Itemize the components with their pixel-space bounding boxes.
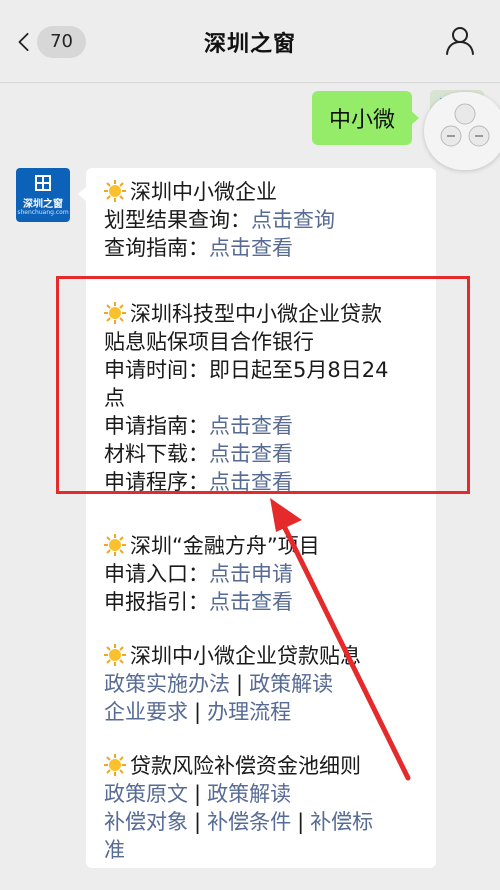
- section-risk-compensation: 贷款风险补偿资金池细则 政策原文 | 政策解读 补偿对象 | 补偿条件 | 补偿标 准: [104, 752, 434, 864]
- sun-emoji-icon: [104, 180, 126, 202]
- section-title: 深圳中小微企业: [104, 178, 434, 206]
- sun-emoji-icon: [104, 644, 126, 666]
- process-flow-link[interactable]: 办理流程: [207, 700, 291, 724]
- chat-header: 70 深圳之窗: [0, 0, 500, 83]
- declaration-guide-link[interactable]: 点击查看: [209, 590, 293, 614]
- policy-text-link[interactable]: 政策原文: [104, 782, 188, 806]
- apply-entry-link[interactable]: 点击申请: [209, 562, 293, 586]
- guide-link[interactable]: 点击查看: [209, 236, 293, 260]
- policy-measures-link[interactable]: 政策实施办法: [104, 672, 230, 696]
- floating-link-widget[interactable]: [424, 92, 500, 170]
- sun-emoji-icon: [104, 534, 126, 556]
- compensation-standard-link-cont[interactable]: 准: [104, 838, 125, 862]
- highlight-box-annotation: [56, 276, 470, 494]
- policy-interpretation-link-2[interactable]: 政策解读: [207, 782, 291, 806]
- compensation-conditions-link[interactable]: 补偿条件: [207, 810, 291, 834]
- sun-emoji-icon: [104, 754, 126, 776]
- section-loan-interest-subsidy: 深圳中小微企业贷款贴息 政策实施办法 | 政策解读 企业要求 | 办理流程: [104, 642, 434, 726]
- sender-avatar-label: 深圳之窗: [23, 199, 63, 210]
- sender-avatar-sublabel: shenchuang.com: [17, 209, 69, 216]
- outgoing-bubble-tail: [410, 110, 419, 126]
- section-title: 深圳“金融方舟”项目: [104, 532, 434, 560]
- compensation-standard-link[interactable]: 补偿标: [310, 810, 373, 834]
- section-title: 贷款风险补偿资金池细则: [104, 752, 434, 780]
- enterprise-requirements-link[interactable]: 企业要求: [104, 700, 188, 724]
- policy-interpretation-link[interactable]: 政策解读: [249, 672, 333, 696]
- profile-icon[interactable]: [444, 24, 476, 56]
- outgoing-message[interactable]: 中小微: [312, 91, 412, 145]
- chat-title: 深圳之窗: [203, 32, 296, 57]
- section-title: 深圳中小微企业贷款贴息: [104, 642, 434, 670]
- compensation-target-link[interactable]: 补偿对象: [104, 810, 188, 834]
- section-enterprise-classification: 深圳中小微企业 划型结果查询：点击查询 查询指南：点击查看: [104, 178, 434, 262]
- section-financial-ark: 深圳“金融方舟”项目 申请入口：点击申请 申报指引：点击查看: [104, 532, 434, 616]
- sender-avatar[interactable]: 深圳之窗 shenchuang.com: [16, 168, 70, 222]
- query-link[interactable]: 点击查询: [251, 208, 335, 232]
- outgoing-message-text: 中小微: [328, 108, 395, 133]
